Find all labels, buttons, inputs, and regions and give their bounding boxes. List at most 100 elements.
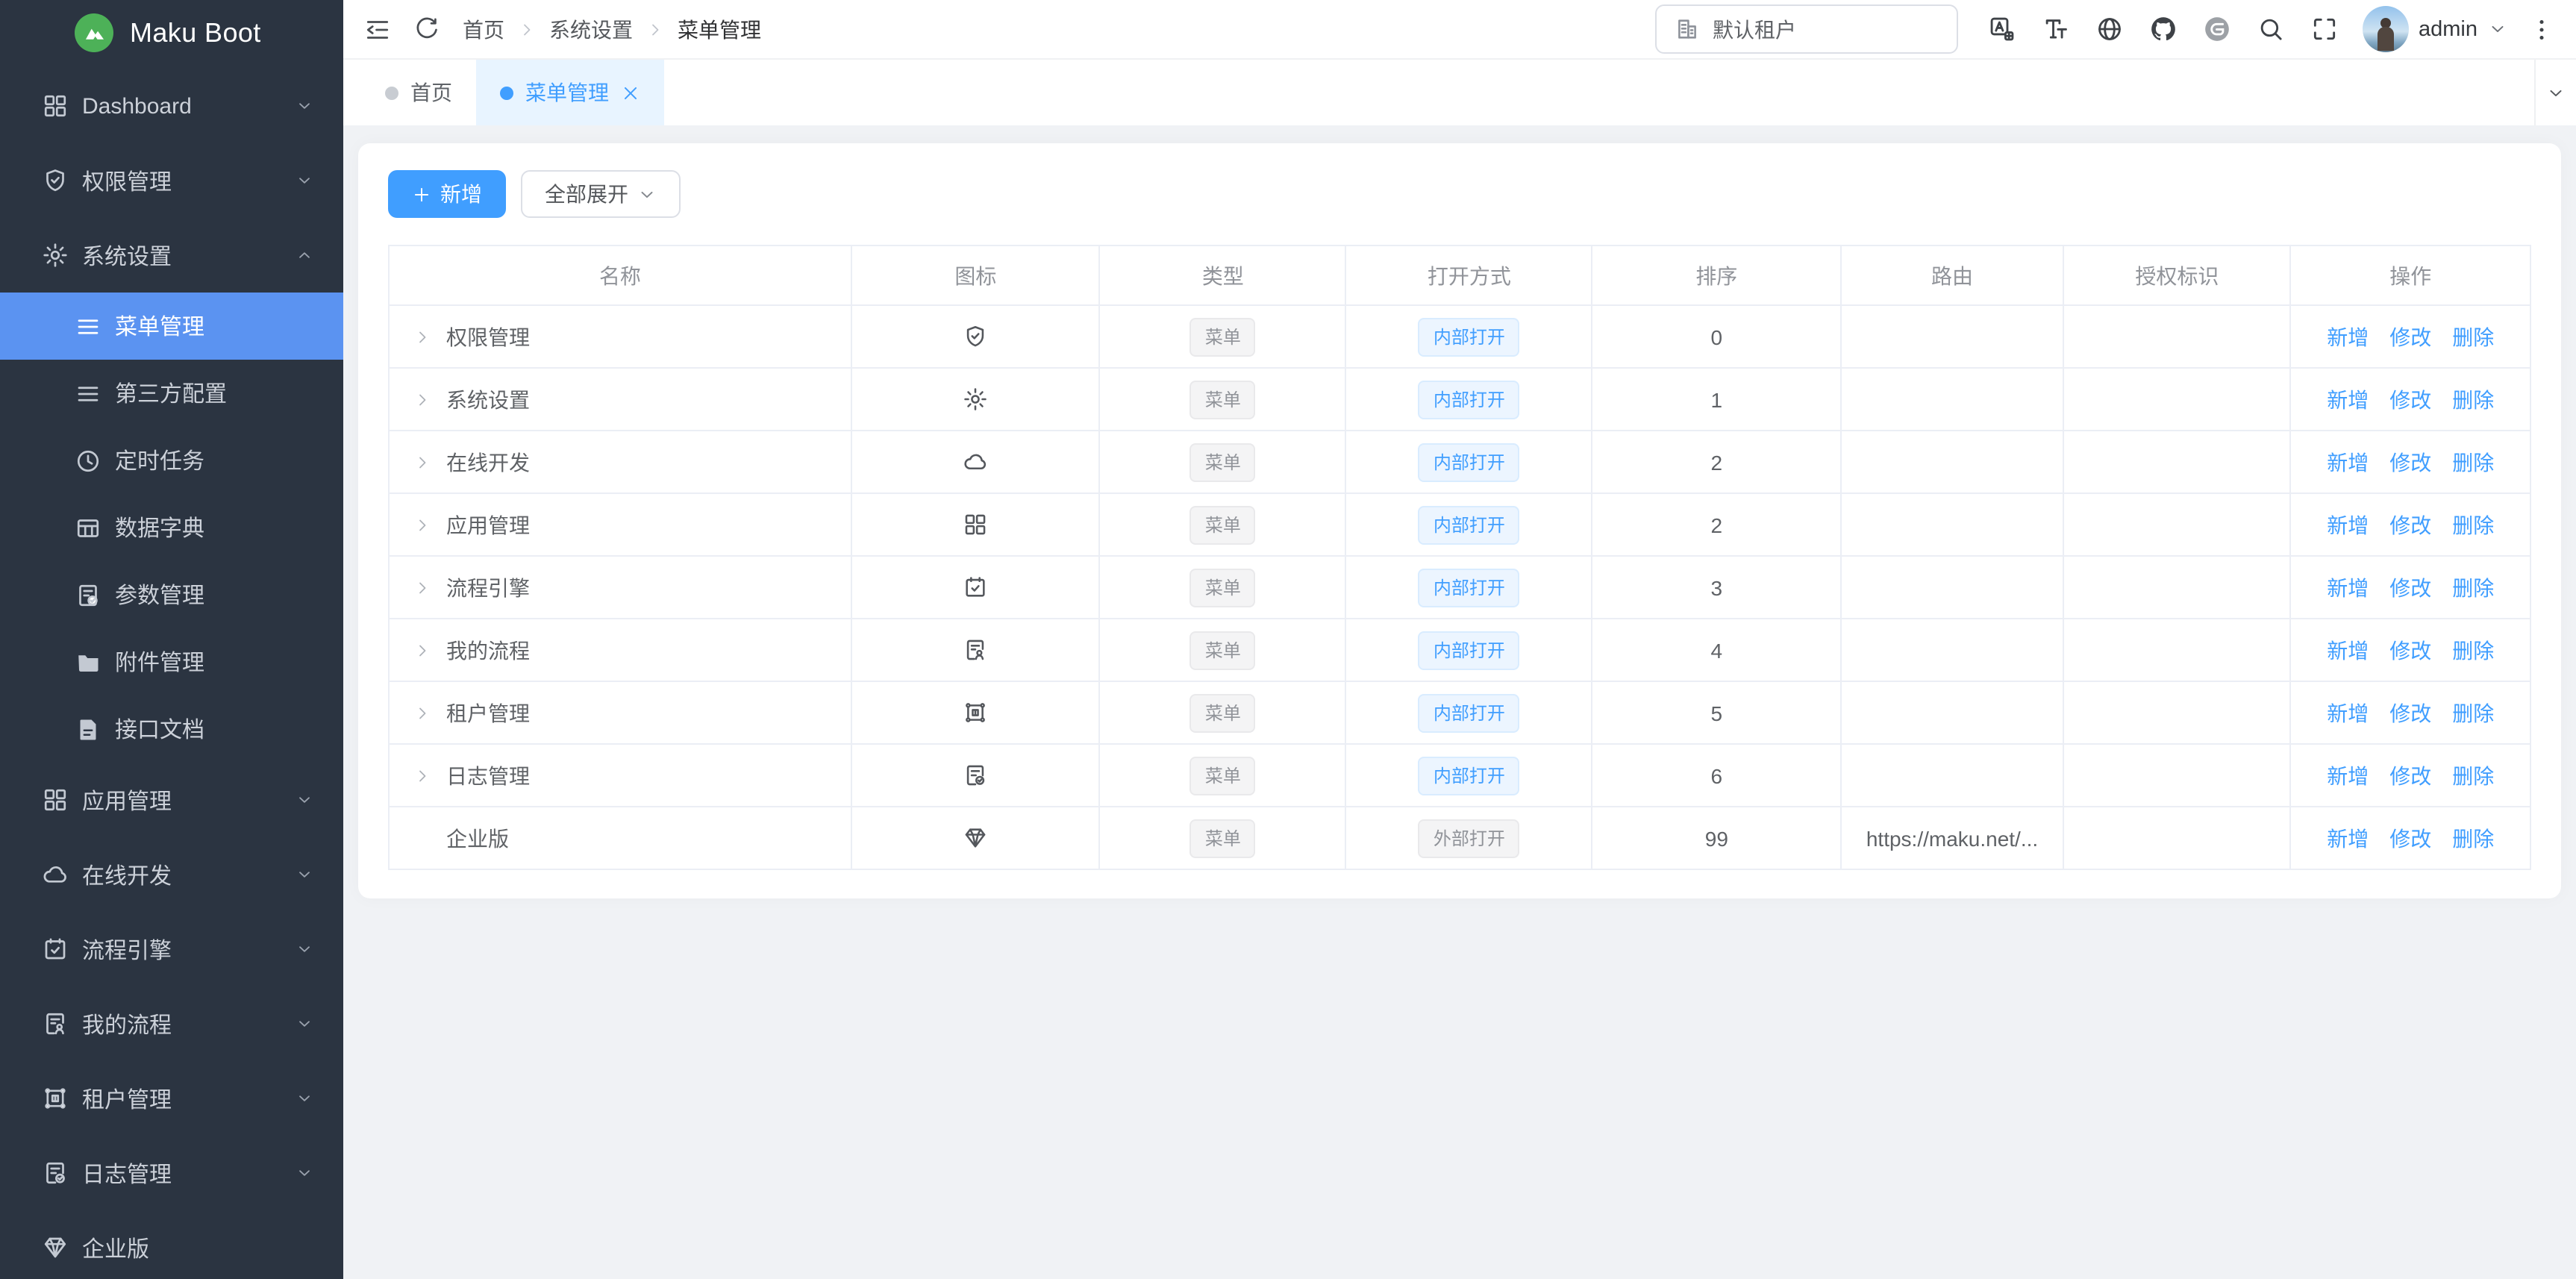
sidebar-item-workflow[interactable]: 流程引擎 xyxy=(0,912,343,986)
expand-all-button[interactable]: 全部展开 xyxy=(521,170,681,218)
row-delete-link[interactable]: 删除 xyxy=(2452,763,2494,787)
row-delete-link[interactable]: 删除 xyxy=(2452,826,2494,850)
expand-row-icon[interactable] xyxy=(413,328,431,345)
tabs-dropdown-button[interactable] xyxy=(2534,60,2576,125)
user-menu[interactable]: admin xyxy=(2362,6,2507,52)
row-edit-link[interactable]: 修改 xyxy=(2389,387,2431,411)
sidebar-item-api-docs[interactable]: 接口文档 xyxy=(0,695,343,763)
tenant-select[interactable]: 默认租户 xyxy=(1654,4,1957,54)
expand-row-icon[interactable] xyxy=(413,390,431,408)
column-header-sort: 排序 xyxy=(1592,246,1841,305)
sidebar-item-params[interactable]: 参数管理 xyxy=(0,561,343,628)
chevron-down-icon xyxy=(296,1164,313,1182)
sidebar-item-scheduled-tasks[interactable]: 定时任务 xyxy=(0,427,343,494)
add-button[interactable]: 新增 xyxy=(388,170,506,218)
auth-value xyxy=(2063,368,2290,431)
more-options-icon[interactable] xyxy=(2528,16,2555,43)
sidebar-item-auth[interactable]: 权限管理 xyxy=(0,143,343,218)
sidebar-item-system[interactable]: 系统设置 xyxy=(0,218,343,293)
close-icon[interactable] xyxy=(621,83,640,102)
chevron-down-icon xyxy=(296,1015,313,1033)
row-add-link[interactable]: 新增 xyxy=(2327,701,2369,725)
fullscreen-icon[interactable] xyxy=(2310,15,2338,43)
github-icon[interactable] xyxy=(2148,15,2177,43)
expand-row-icon[interactable] xyxy=(413,453,431,471)
row-add-link[interactable]: 新增 xyxy=(2327,826,2369,850)
row-edit-link[interactable]: 修改 xyxy=(2389,575,2431,599)
sidebar-item-label: 日志管理 xyxy=(82,1157,296,1189)
type-tag: 菜单 xyxy=(1190,443,1256,481)
collapse-sidebar-icon[interactable] xyxy=(364,16,391,43)
app-logo[interactable]: Maku Boot xyxy=(0,0,343,66)
expand-row-icon[interactable] xyxy=(413,578,431,596)
open-mode-tag: 内部打开 xyxy=(1419,380,1520,419)
breadcrumb-menu[interactable]: 菜单管理 xyxy=(678,14,761,44)
row-name: 我的流程 xyxy=(446,638,530,662)
row-edit-link[interactable]: 修改 xyxy=(2389,638,2431,662)
expand-row-icon[interactable] xyxy=(413,516,431,534)
sidebar-item-online-dev[interactable]: 在线开发 xyxy=(0,837,343,912)
refresh-icon[interactable] xyxy=(413,16,440,43)
row-edit-link[interactable]: 修改 xyxy=(2389,450,2431,474)
row-delete-link[interactable]: 删除 xyxy=(2452,575,2494,599)
expand-row-icon[interactable] xyxy=(413,766,431,784)
sidebar-item-logs[interactable]: 日志管理 xyxy=(0,1136,343,1210)
sidebar-item-tenants[interactable]: 租户管理 xyxy=(0,1061,343,1136)
sidebar-item-third-party[interactable]: 第三方配置 xyxy=(0,360,343,427)
breadcrumb-home[interactable]: 首页 xyxy=(463,14,504,44)
sidebar-item-apps[interactable]: 应用管理 xyxy=(0,763,343,837)
breadcrumb-system[interactable]: 系统设置 xyxy=(549,14,633,44)
calendar-check-icon xyxy=(42,936,69,963)
sidebar-item-menu[interactable]: 菜单管理 xyxy=(0,293,343,360)
expand-row-icon[interactable] xyxy=(413,641,431,659)
row-edit-link[interactable]: 修改 xyxy=(2389,513,2431,537)
route-value xyxy=(1841,556,2063,619)
frame-icon xyxy=(963,701,988,726)
sidebar-item-data-dict[interactable]: 数据字典 xyxy=(0,494,343,561)
row-actions: 新增修改删除 xyxy=(2290,305,2530,368)
row-edit-link[interactable]: 修改 xyxy=(2389,701,2431,725)
sidebar-item-my-flows[interactable]: 我的流程 xyxy=(0,986,343,1061)
open-mode-tag: 外部打开 xyxy=(1419,819,1520,857)
row-delete-link[interactable]: 删除 xyxy=(2452,450,2494,474)
search-icon[interactable] xyxy=(2256,15,2284,43)
tab-menu-management[interactable]: 菜单管理 xyxy=(476,60,664,125)
menu-table: 名称 图标 类型 打开方式 排序 路由 授权标识 操作 权限管理 菜单 内部 xyxy=(388,245,2531,870)
gitee-icon[interactable] xyxy=(2202,15,2230,43)
username: admin xyxy=(2419,17,2477,41)
row-delete-link[interactable]: 删除 xyxy=(2452,387,2494,411)
row-delete-link[interactable]: 删除 xyxy=(2452,513,2494,537)
expand-row-icon[interactable] xyxy=(413,704,431,722)
tab-home[interactable]: 首页 xyxy=(361,60,476,125)
row-add-link[interactable]: 新增 xyxy=(2327,513,2369,537)
row-add-link[interactable]: 新增 xyxy=(2327,575,2369,599)
row-actions: 新增修改删除 xyxy=(2290,493,2530,556)
row-add-link[interactable]: 新增 xyxy=(2327,325,2369,348)
folder-icon xyxy=(75,648,101,675)
sort-value: 5 xyxy=(1592,681,1841,744)
sidebar-item-dashboard[interactable]: Dashboard xyxy=(0,69,343,143)
tab-label: 首页 xyxy=(410,78,452,107)
auth-value xyxy=(2063,619,2290,681)
list-icon xyxy=(75,313,101,340)
table-row: 应用管理 菜单 内部打开 2 新增修改删除 xyxy=(389,493,2530,556)
sidebar-item-enterprise[interactable]: 企业版 xyxy=(0,1210,343,1279)
sort-value: 0 xyxy=(1592,305,1841,368)
sidebar-item-attachments[interactable]: 附件管理 xyxy=(0,628,343,695)
row-edit-link[interactable]: 修改 xyxy=(2389,325,2431,348)
font-size-icon[interactable] xyxy=(2041,15,2069,43)
row-add-link[interactable]: 新增 xyxy=(2327,638,2369,662)
row-delete-link[interactable]: 删除 xyxy=(2452,325,2494,348)
row-add-link[interactable]: 新增 xyxy=(2327,763,2369,787)
row-add-link[interactable]: 新增 xyxy=(2327,450,2369,474)
tenant-select-value: 默认租户 xyxy=(1713,14,1796,44)
row-edit-link[interactable]: 修改 xyxy=(2389,763,2431,787)
globe-icon[interactable] xyxy=(2095,15,2123,43)
translate-icon[interactable] xyxy=(1987,15,2016,43)
row-delete-link[interactable]: 删除 xyxy=(2452,701,2494,725)
row-add-link[interactable]: 新增 xyxy=(2327,387,2369,411)
row-name: 租户管理 xyxy=(446,701,530,725)
shield-check-icon xyxy=(963,325,988,350)
row-edit-link[interactable]: 修改 xyxy=(2389,826,2431,850)
row-delete-link[interactable]: 删除 xyxy=(2452,638,2494,662)
